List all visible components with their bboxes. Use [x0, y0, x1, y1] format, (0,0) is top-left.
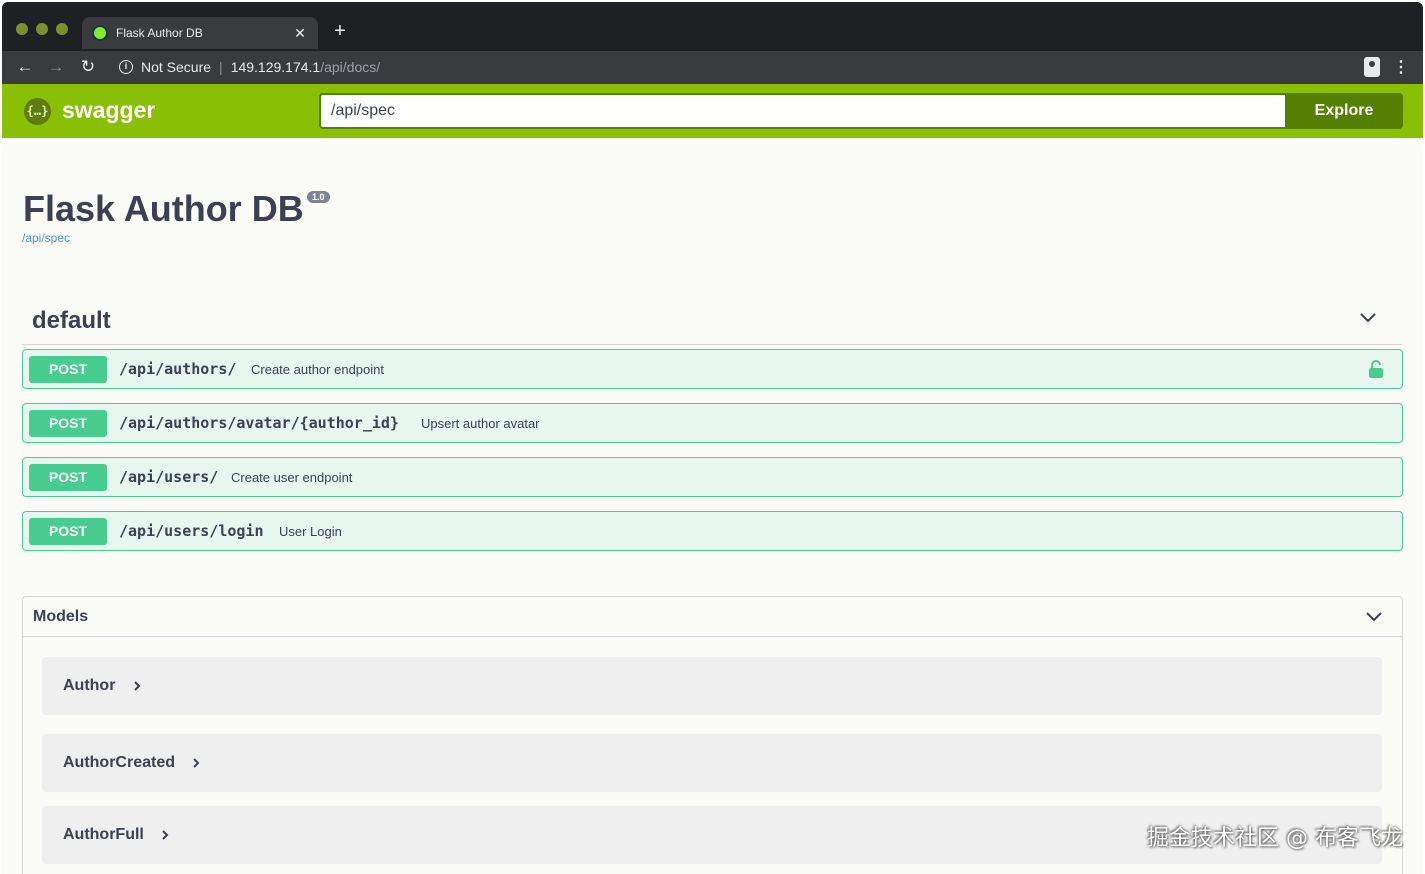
- method-badge: POST: [29, 464, 107, 491]
- spec-link[interactable]: /api/spec: [22, 231, 70, 245]
- back-arrow-icon[interactable]: ←: [14, 56, 36, 78]
- operation-post-users[interactable]: POST /api/users/ Create user endpoint: [22, 457, 1403, 497]
- model-name: Author: [63, 677, 116, 694]
- models-header[interactable]: Models: [23, 597, 1402, 637]
- tag-name: default: [32, 307, 111, 334]
- spec-url-input[interactable]: [319, 93, 1285, 129]
- operation-post-users-login[interactable]: POST /api/users/login User Login: [22, 511, 1403, 551]
- model-author[interactable]: Author: [42, 657, 1382, 715]
- watermark-text: 掘金技术社区 @ 布客飞龙: [1147, 826, 1403, 851]
- api-title: Flask Author DB: [23, 188, 304, 229]
- model-name: AuthorCreated: [63, 754, 176, 771]
- operation-description: User Login: [279, 524, 342, 539]
- more-menu-icon[interactable]: ⋮: [1393, 57, 1409, 77]
- swagger-logo-icon: {…}: [24, 98, 51, 125]
- profile-icon[interactable]: [1364, 57, 1380, 77]
- close-window-button[interactable]: [16, 23, 28, 35]
- operation-path: /api/users/login: [119, 522, 264, 540]
- close-tab-icon[interactable]: ✕: [292, 25, 308, 42]
- browser-window-chrome: Flask Author DB ✕ + ← → ↻ i Not Secure |…: [2, 2, 1423, 84]
- browser-tab[interactable]: Flask Author DB ✕: [82, 17, 318, 49]
- method-badge: POST: [29, 518, 107, 545]
- tag-section-header[interactable]: default: [22, 302, 1402, 345]
- operation-post-author-avatar[interactable]: POST /api/authors/avatar/{author_id} Ups…: [22, 403, 1403, 443]
- chevron-right-icon[interactable]: [191, 756, 201, 770]
- method-badge: POST: [29, 410, 107, 437]
- url-host: 149.129.174.1: [230, 59, 321, 75]
- operation-post-authors[interactable]: POST /api/authors/ Create author endpoin…: [22, 349, 1403, 389]
- operation-description: Create author endpoint: [251, 362, 384, 377]
- models-title: Models: [33, 608, 89, 625]
- chevron-right-icon[interactable]: [160, 828, 170, 842]
- operation-path: /api/users/: [119, 468, 219, 486]
- explore-button[interactable]: Explore: [1285, 93, 1403, 129]
- swagger-favicon-icon: [92, 25, 108, 41]
- swagger-topbar: {…} swagger Explore: [2, 84, 1423, 138]
- operation-description: Create user endpoint: [231, 470, 353, 485]
- minimize-window-button[interactable]: [36, 23, 48, 35]
- chevron-down-icon[interactable]: [1364, 607, 1384, 627]
- main-content: Flask Author DB 1.0 /api/spec default PO…: [2, 138, 1423, 874]
- window-controls: [16, 23, 68, 35]
- model-name: AuthorFull: [63, 826, 144, 843]
- model-author-created[interactable]: AuthorCreated: [42, 734, 1382, 792]
- info-icon[interactable]: i: [119, 60, 133, 74]
- browser-toolbar: ← → ↻ i Not Secure | 149.129.174.1/api/d…: [2, 51, 1423, 84]
- reload-icon[interactable]: ↻: [77, 56, 99, 78]
- operation-path: /api/authors/: [119, 360, 237, 378]
- chevron-down-icon[interactable]: [1358, 308, 1378, 328]
- url-path: /api/docs/: [320, 59, 381, 75]
- maximize-window-button[interactable]: [56, 23, 68, 35]
- address-separator: |: [219, 59, 223, 75]
- security-label: Not Secure: [141, 59, 212, 75]
- chevron-right-icon[interactable]: [132, 679, 142, 693]
- operation-description: Upsert author avatar: [421, 416, 540, 431]
- operation-path: /api/authors/avatar/{author_id}: [119, 414, 399, 432]
- version-badge: 1.0: [307, 191, 330, 203]
- swagger-logo-text: swagger: [62, 97, 156, 123]
- address-bar[interactable]: i Not Secure | 149.129.174.1/api/docs/: [119, 59, 380, 75]
- tab-title: Flask Author DB: [116, 26, 203, 40]
- new-tab-icon[interactable]: +: [330, 20, 350, 43]
- method-badge: POST: [29, 356, 107, 383]
- unlocked-lock-icon[interactable]: [1368, 360, 1384, 378]
- forward-arrow-icon[interactable]: →: [45, 56, 67, 78]
